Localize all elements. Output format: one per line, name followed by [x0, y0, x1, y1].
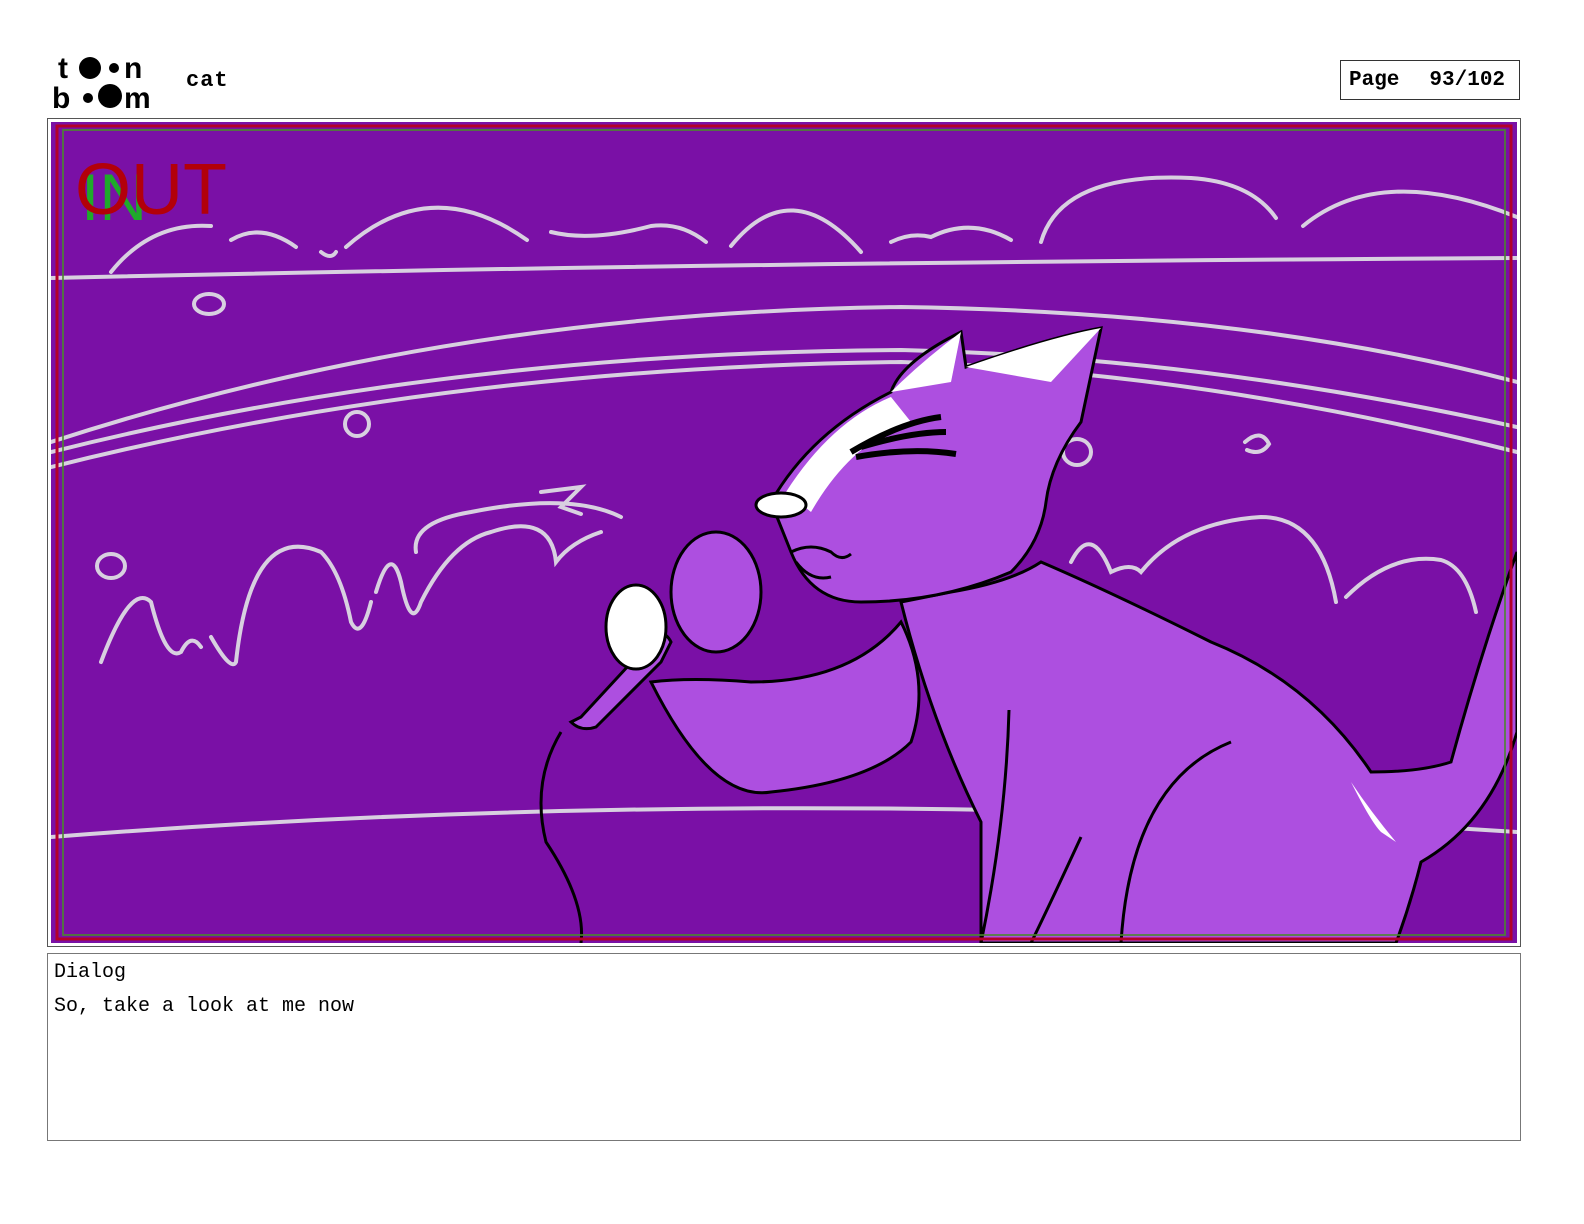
logo-text-m: m — [124, 82, 151, 112]
page-number: 93/102 — [1429, 68, 1506, 92]
dialog-text[interactable]: So, take a look at me now — [54, 994, 1514, 1020]
logo-dot — [83, 93, 93, 103]
cat-nose — [754, 491, 808, 519]
logo-text-toon: t — [58, 52, 68, 85]
logo-text-b: b — [52, 82, 70, 112]
logo-dot — [79, 57, 101, 79]
page-indicator: Page 93/102 — [1340, 60, 1520, 100]
dialog-label: Dialog — [54, 961, 127, 984]
page-label: Page — [1349, 68, 1400, 92]
dialog-box[interactable]: Dialog So, take a look at me now — [47, 953, 1521, 1141]
cat-paw — [669, 530, 763, 654]
project-title: cat — [186, 68, 229, 93]
storyboard-panel[interactable]: IN OUT — [51, 122, 1517, 943]
logo-dot — [109, 63, 119, 73]
toonboom-logo: t n b m — [52, 52, 151, 112]
logo-text-n: n — [124, 52, 142, 85]
microphone-head — [604, 583, 668, 671]
logo-dot — [98, 84, 122, 108]
out-marker: OUT — [75, 150, 227, 230]
